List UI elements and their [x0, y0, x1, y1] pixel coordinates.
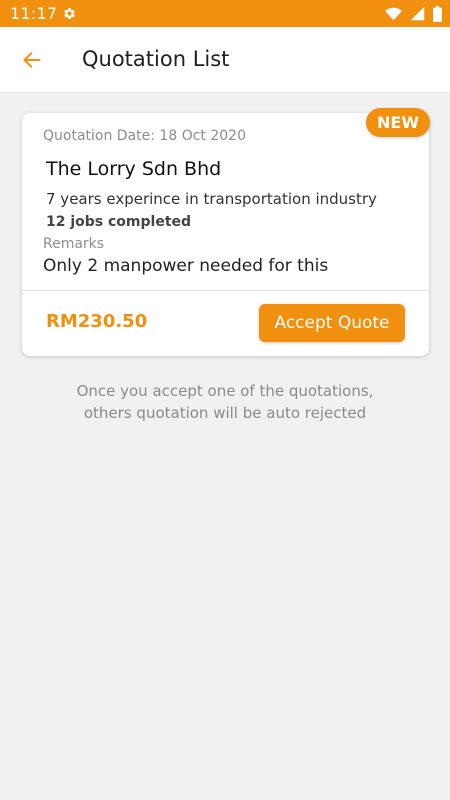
notice-line-1: Once you accept one of the quotations,: [76, 382, 374, 400]
remarks-text: Only 2 manpower needed for this: [43, 256, 329, 276]
signal-icon: [410, 6, 425, 21]
remarks-label: Remarks: [43, 236, 105, 252]
company-name: The Lorry Sdn Bhd: [46, 158, 222, 180]
quotation-card[interactable]: Quotation Date: 18 Oct 2020 The Lorry Sd…: [22, 113, 429, 356]
status-bar: 11:17: [0, 0, 450, 27]
wifi-icon: [385, 7, 402, 20]
back-button[interactable]: [18, 46, 46, 74]
status-icons: [385, 5, 442, 22]
auto-reject-notice: Once you accept one of the quotations, o…: [0, 380, 450, 424]
battery-icon: [433, 5, 442, 22]
quotation-date: Quotation Date: 18 Oct 2020: [43, 128, 246, 144]
quotation-price: RM230.50: [46, 311, 148, 332]
status-time: 11:17: [10, 4, 58, 23]
notice-line-2: others quotation will be auto rejected: [83, 404, 367, 422]
page-title: Quotation List: [82, 47, 230, 71]
app-bar: Quotation List: [0, 27, 450, 93]
card-divider: [22, 290, 429, 291]
company-experience: 7 years experince in transportation indu…: [46, 190, 377, 208]
back-arrow-icon: [23, 52, 41, 68]
jobs-completed: 12 jobs completed: [46, 214, 192, 230]
accept-quote-button[interactable]: Accept Quote: [259, 304, 405, 342]
new-badge: NEW: [366, 108, 430, 137]
gear-icon: [64, 8, 75, 19]
